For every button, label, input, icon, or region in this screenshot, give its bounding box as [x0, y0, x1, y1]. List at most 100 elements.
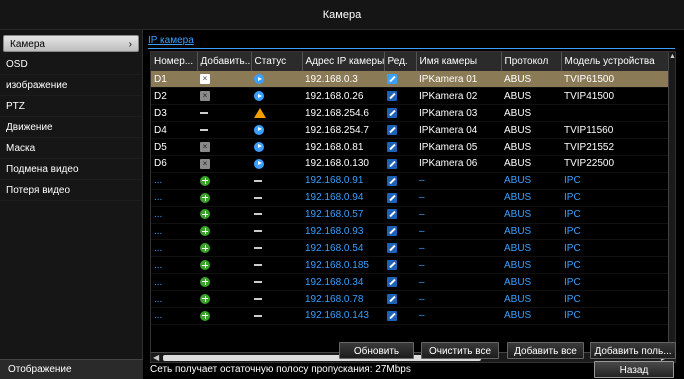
- column-header[interactable]: Модель устройства: [561, 52, 672, 71]
- ip-address: 192.168.0.185: [302, 256, 384, 275]
- table-row[interactable]: ... 192.168.0.57 – ABUS IPC: [151, 206, 671, 224]
- add-user-button[interactable]: Добавить поль...: [590, 342, 676, 359]
- edit-icon[interactable]: [387, 276, 397, 287]
- protocol: ABUS: [501, 87, 561, 106]
- column-header[interactable]: Имя камеры: [416, 52, 502, 71]
- table-row[interactable]: D2 × 192.168.0.26 IPKamera 02 ABUS TVIP41500: [151, 87, 671, 106]
- table-header: Номер... Добавить... Статус Адрес IP камеры…: [151, 52, 672, 71]
- sidebar-item[interactable]: Потеря видео: [0, 180, 142, 201]
- column-header[interactable]: Протокол: [501, 52, 562, 71]
- sidebar-item[interactable]: OSD: [0, 54, 142, 75]
- table-row[interactable]: ... 192.168.0.93 – ABUS IPC: [151, 223, 671, 241]
- edit-icon[interactable]: [387, 310, 397, 321]
- add-icon[interactable]: [200, 192, 210, 203]
- delete-icon[interactable]: ×: [200, 158, 210, 169]
- ip-address: 192.168.0.78: [302, 290, 384, 308]
- device-model: [561, 104, 671, 123]
- camera-name: –: [416, 223, 501, 241]
- channel-number: D6: [151, 155, 197, 173]
- sidebar-item-label: Подмена видео: [6, 164, 79, 175]
- edit-icon[interactable]: [387, 260, 397, 271]
- table-row[interactable]: D4 192.168.254.7 IPKamera 04 ABUS TVIP11560: [151, 121, 671, 140]
- delete-icon[interactable]: ×: [200, 74, 210, 85]
- sidebar-menu: Камера › OSD изображение PTZ Движение Маска Под…: [0, 35, 142, 201]
- protocol: ABUS: [501, 71, 561, 89]
- play-icon[interactable]: [254, 124, 264, 135]
- edit-icon[interactable]: [387, 158, 397, 169]
- table-row[interactable]: ... 192.168.0.94 – ABUS IPC: [151, 189, 671, 207]
- table-row[interactable]: D3 192.168.254.6 IPKamera 03 ABUS: [151, 104, 671, 123]
- table-row[interactable]: D1 × 192.168.0.3 IPKamera 01 ABUS TVIP61500: [151, 71, 671, 89]
- dash-icon: [254, 264, 262, 267]
- camera-name: IPKamera 01: [416, 71, 501, 89]
- device-model: IPC: [561, 290, 671, 308]
- table-row[interactable]: D6 × 192.168.0.130 IPKamera 06 ABUS TVIP22500: [151, 155, 671, 173]
- sidebar-item[interactable]: Камера ›: [3, 35, 139, 52]
- sidebar-item[interactable]: PTZ: [0, 96, 142, 117]
- table-row[interactable]: ... 192.168.0.34 – ABUS IPC: [151, 273, 671, 292]
- edit-icon[interactable]: [387, 175, 397, 186]
- table-row[interactable]: ... 192.168.0.54 – ABUS IPC: [151, 239, 671, 258]
- protocol: ABUS: [501, 138, 561, 156]
- sidebar-item[interactable]: изображение: [0, 75, 142, 96]
- dash-icon: [254, 280, 262, 283]
- column-header[interactable]: Адрес IP камеры: [302, 52, 385, 71]
- sidebar-item[interactable]: Движение: [0, 117, 142, 138]
- table-row[interactable]: ... 192.168.0.143 – ABUS IPC: [151, 307, 671, 325]
- add-icon[interactable]: [200, 260, 210, 271]
- edit-icon[interactable]: [387, 74, 397, 85]
- column-header[interactable]: Статус: [251, 52, 303, 71]
- delete-icon[interactable]: ×: [200, 91, 210, 102]
- vertical-scrollbar[interactable]: ▲ ▼: [668, 52, 675, 362]
- edit-icon[interactable]: [387, 226, 397, 237]
- edit-icon[interactable]: [387, 108, 397, 119]
- add-icon[interactable]: [200, 243, 210, 254]
- channel-number: D1: [151, 71, 197, 89]
- tab-ip-camera[interactable]: IP камера: [148, 35, 194, 46]
- column-header[interactable]: Добавить...: [197, 52, 252, 71]
- refresh-button[interactable]: Обновить: [339, 342, 414, 359]
- play-icon[interactable]: [254, 141, 264, 152]
- camera-name: IPKamera 05: [416, 138, 501, 156]
- scroll-left-icon[interactable]: ◀: [153, 353, 159, 362]
- protocol: ABUS: [501, 155, 561, 173]
- ip-address: 192.168.0.3: [302, 71, 384, 89]
- delete-icon[interactable]: ×: [200, 141, 210, 152]
- sidebar-item[interactable]: Маска: [0, 138, 142, 159]
- add-icon[interactable]: [200, 310, 210, 321]
- edit-icon[interactable]: [387, 91, 397, 102]
- add-icon[interactable]: [200, 209, 210, 220]
- add-icon[interactable]: [200, 175, 210, 186]
- sidebar-item[interactable]: Подмена видео: [0, 159, 142, 180]
- channel-number: ...: [151, 290, 197, 308]
- scroll-up-icon[interactable]: ▲: [669, 52, 675, 61]
- add-all-button[interactable]: Добавить все: [507, 342, 584, 359]
- sidebar-item-label: Камера: [10, 39, 45, 50]
- back-button[interactable]: Назад: [594, 361, 674, 378]
- table-row[interactable]: D5 × 192.168.0.81 IPKamera 05 ABUS TVIP21552: [151, 138, 671, 156]
- add-icon[interactable]: [200, 276, 210, 287]
- add-icon[interactable]: [200, 293, 210, 304]
- table-row[interactable]: ... 192.168.0.185 – ABUS IPC: [151, 256, 671, 275]
- edit-icon[interactable]: [387, 209, 397, 220]
- clear-all-button[interactable]: Очистить все: [421, 342, 499, 359]
- channel-number: ...: [151, 206, 197, 224]
- sidebar-item-label: изображение: [6, 80, 68, 91]
- edit-icon[interactable]: [387, 141, 397, 152]
- sidebar: Камера › OSD изображение PTZ Движение Маска Под…: [0, 30, 143, 379]
- add-icon[interactable]: [200, 226, 210, 237]
- edit-icon[interactable]: [387, 293, 397, 304]
- table-body: D1 × 192.168.0.3 IPKamera 01 ABUS TVIP61500 D2…: [151, 71, 671, 325]
- table-row[interactable]: ... 192.168.0.78 – ABUS IPC: [151, 290, 671, 308]
- edit-icon[interactable]: [387, 243, 397, 254]
- column-header[interactable]: Номер...: [151, 52, 198, 71]
- play-icon[interactable]: [254, 158, 264, 169]
- sidebar-bottom-item[interactable]: Отображение: [0, 359, 143, 379]
- edit-icon[interactable]: [387, 192, 397, 203]
- table-row[interactable]: ... 192.168.0.91 – ABUS IPC: [151, 172, 671, 190]
- sidebar-item-label: Движение: [6, 122, 53, 133]
- play-icon[interactable]: [254, 74, 264, 85]
- play-icon[interactable]: [254, 91, 264, 102]
- column-header[interactable]: Ред.: [384, 52, 417, 71]
- edit-icon[interactable]: [387, 124, 397, 135]
